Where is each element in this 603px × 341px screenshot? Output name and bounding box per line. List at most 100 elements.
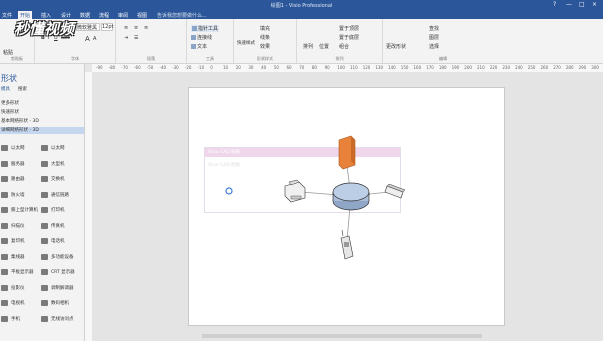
send-back-button[interactable]: 置于底层 bbox=[339, 34, 359, 41]
tab-process[interactable]: 流程 bbox=[99, 12, 109, 19]
shape-item[interactable]: 服务器 bbox=[1, 160, 25, 167]
find-button[interactable]: 查找 bbox=[429, 25, 439, 32]
text-tool-label: 文本 bbox=[197, 44, 208, 50]
ruler-mark: 260 bbox=[540, 65, 549, 70]
shape-item[interactable]: 数码相机 bbox=[41, 300, 69, 306]
shape-item[interactable]: 手机 bbox=[1, 315, 20, 322]
effects-button[interactable]: 效果 bbox=[260, 43, 270, 50]
grow-font-button[interactable]: A bbox=[85, 35, 90, 43]
close-button[interactable]: × bbox=[592, 1, 597, 8]
drawing-page[interactable]: Visio CAD 图纸 Visio CAD 图纸 bbox=[188, 87, 505, 326]
fill-button[interactable]: 填充 bbox=[260, 25, 270, 32]
group-button[interactable]: 组合 bbox=[339, 43, 349, 50]
ruler-mark: -70 bbox=[121, 65, 128, 70]
shape-item[interactable]: 交换机 bbox=[41, 176, 65, 182]
align-right-icon[interactable]: ≡ bbox=[144, 25, 148, 31]
align-left-icon[interactable]: ≡ bbox=[124, 25, 128, 31]
shape-item-label: 无线访问点 bbox=[51, 316, 74, 322]
selection-handle[interactable] bbox=[225, 187, 233, 195]
ruler-mark: 30 bbox=[248, 65, 254, 70]
shape-item[interactable]: 平板显示器 bbox=[1, 269, 34, 275]
shape-item[interactable]: 打印机 bbox=[41, 207, 65, 213]
shape-item[interactable]: 传真机 bbox=[41, 222, 65, 229]
stencil-more-shapes[interactable]: 更多形状 bbox=[0, 100, 84, 107]
shape-item[interactable]: 以太网 bbox=[41, 145, 65, 151]
stencils-tab[interactable]: 模具 bbox=[1, 86, 10, 92]
pointer-tool-button[interactable]: 指针工具 bbox=[191, 25, 220, 32]
paste-button[interactable]: 粘贴 bbox=[3, 49, 13, 56]
printer-shape[interactable] bbox=[284, 179, 306, 203]
shape-item[interactable]: 电视机 bbox=[1, 300, 25, 306]
indent-icon[interactable]: ⇥ bbox=[124, 35, 128, 41]
shape-item-label: 通信链路 bbox=[51, 192, 69, 198]
line-button[interactable]: 线条 bbox=[260, 34, 270, 41]
layers-button[interactable]: 图层 bbox=[429, 34, 439, 41]
shape-item[interactable]: 投影仪 bbox=[1, 284, 25, 291]
phone-shape[interactable] bbox=[340, 229, 354, 260]
change-shape-button[interactable]: 更改形状 bbox=[386, 43, 406, 50]
shape-item[interactable]: 调制解调器 bbox=[41, 284, 74, 291]
quick-styles-button[interactable]: 快速样式 bbox=[237, 40, 255, 46]
ruler-mark: 190 bbox=[451, 65, 460, 70]
shape-item[interactable]: 集线器 bbox=[1, 253, 25, 260]
network-diagram bbox=[225, 135, 406, 260]
shape-item[interactable]: 膝上型计算机 bbox=[1, 207, 38, 213]
minimize-button[interactable]: — bbox=[566, 1, 572, 8]
shape-item[interactable]: 扫描仪 bbox=[1, 222, 25, 229]
ruler-mark: 10 bbox=[223, 65, 229, 70]
router-shape[interactable] bbox=[384, 183, 406, 199]
shape-item[interactable]: 以太网 bbox=[1, 145, 25, 151]
shrink-font-button[interactable]: A bbox=[93, 36, 96, 42]
hub-shape[interactable] bbox=[332, 182, 370, 211]
help-button[interactable]: ? bbox=[553, 1, 556, 8]
select-button[interactable]: 选择 bbox=[429, 43, 439, 50]
shape-styles-group: 快速样式 填充 线条 效果 形状样式 bbox=[234, 19, 297, 63]
stencil-detailed-network-3d[interactable]: 详细网络形状 - 3D bbox=[0, 127, 84, 134]
paragraph-label: 段落 bbox=[147, 56, 155, 61]
shape-item[interactable]: CRT 显示器 bbox=[41, 269, 75, 275]
bullets-icon[interactable]: ☰ bbox=[134, 35, 138, 41]
shape-item[interactable]: 防火墙 bbox=[1, 191, 25, 198]
shape-item-label: 服务器 bbox=[11, 161, 25, 167]
stencil-basic-network-3d[interactable]: 基本网络形状 - 3D bbox=[0, 118, 84, 125]
shape-item-label: 投影仪 bbox=[11, 285, 25, 291]
tell-me-search[interactable]: 告诉我您想要做什么... bbox=[157, 12, 207, 19]
tab-review[interactable]: 审阅 bbox=[118, 12, 128, 19]
bring-front-button[interactable]: 置于顶层 bbox=[339, 25, 359, 32]
shape-item[interactable]: 复印机 bbox=[1, 238, 25, 244]
ruler-mark: 220 bbox=[489, 65, 498, 70]
shapes-panel-title: 形状 bbox=[1, 74, 17, 83]
tab-data[interactable]: 数据 bbox=[80, 12, 90, 19]
title-bar: 绘图1 - Visio Professional ? — □ × bbox=[0, 0, 603, 10]
ruler-mark: -80 bbox=[108, 65, 116, 70]
watermark-logo: 秒懂视频 bbox=[14, 20, 75, 38]
ruler-mark: -90 bbox=[96, 65, 103, 70]
shape-item[interactable]: 大型机 bbox=[41, 160, 65, 167]
tab-file[interactable]: 文件 bbox=[2, 12, 12, 19]
stencil-quick-shapes[interactable]: 快速形状 bbox=[0, 109, 84, 116]
maximize-button[interactable]: □ bbox=[579, 1, 585, 8]
drawing-canvas[interactable]: Visio CAD 图纸 Visio CAD 图纸 bbox=[92, 72, 603, 341]
font-name-field[interactable]: 微软雅黑 bbox=[76, 23, 100, 31]
firewall-shape[interactable] bbox=[338, 135, 356, 170]
shape-item[interactable]: 多功能设备 bbox=[41, 253, 74, 260]
shape-item[interactable]: 路由器 bbox=[1, 176, 25, 182]
text-tool-button[interactable]: 文本 bbox=[191, 43, 207, 50]
font-size-field[interactable]: 12pt bbox=[101, 23, 114, 31]
shape-item[interactable]: 通信链路 bbox=[41, 191, 69, 198]
shape-item[interactable]: 无线访问点 bbox=[41, 315, 74, 322]
horizontal-scrollbar[interactable] bbox=[202, 334, 482, 338]
tools-label: 工具 bbox=[206, 56, 214, 61]
shape-thumbnail-icon bbox=[41, 207, 48, 213]
ruler-mark: -30 bbox=[172, 65, 179, 70]
ruler-mark: 50 bbox=[273, 65, 279, 70]
align-button[interactable]: 排列 bbox=[303, 43, 313, 50]
ruler-mark: 290 bbox=[578, 65, 587, 70]
shape-thumbnail-icon bbox=[1, 284, 8, 291]
connector-button[interactable]: 连接线 bbox=[191, 34, 212, 41]
shape-item[interactable]: 电话机 bbox=[41, 238, 65, 244]
align-center-icon[interactable]: ≡ bbox=[134, 25, 138, 31]
position-button[interactable]: 位置 bbox=[319, 43, 329, 50]
search-tab[interactable]: 搜索 bbox=[18, 86, 27, 92]
tab-view[interactable]: 视图 bbox=[137, 12, 147, 19]
